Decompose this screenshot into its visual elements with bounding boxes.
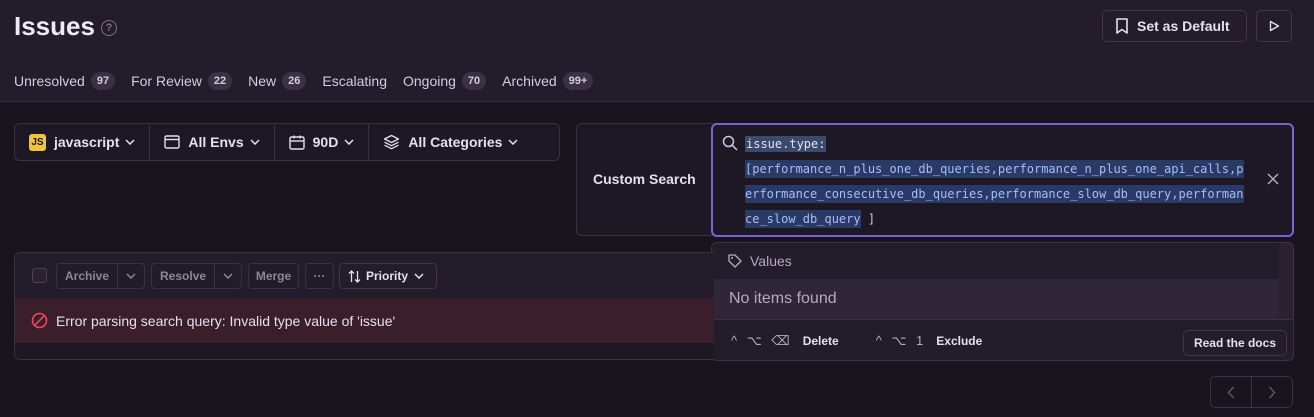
tab-count: 22 (207, 72, 233, 90)
environment-label: All Envs (188, 134, 244, 150)
merge-button[interactable]: Merge (248, 263, 299, 289)
chevron-down-icon (344, 139, 354, 145)
search-query[interactable]: issue.type: [performance_n_plus_one_db_q… (745, 132, 1255, 228)
set-as-default-button[interactable]: Set as Default (1102, 10, 1247, 42)
archive-button[interactable]: Archive (57, 264, 119, 288)
dropdown-scrollbar[interactable] (1279, 243, 1293, 319)
tab-label: New (248, 73, 277, 89)
chevron-down-icon (126, 273, 136, 279)
window-icon (164, 135, 181, 149)
bulk-actions-toolbar: Archive Resolve Merge ··· Priority (15, 253, 714, 298)
chevron-right-icon (1268, 385, 1276, 399)
page-header: Issues ? Set as Default Unresolved 97 Fo… (0, 0, 1314, 102)
calendar-icon (288, 135, 305, 150)
chevron-down-icon (508, 139, 518, 145)
next-page-button[interactable] (1252, 377, 1293, 407)
tab-for-review[interactable]: For Review 22 (131, 72, 233, 90)
javascript-logo-icon: JS (29, 133, 46, 151)
custom-search-label: Custom Search (593, 171, 696, 187)
sort-label: Priority (366, 269, 409, 283)
tab-ongoing[interactable]: Ongoing 70 (402, 72, 487, 90)
delete-hint-label: Delete (802, 334, 839, 348)
tab-label: Unresolved (14, 73, 85, 89)
tab-label: For Review (131, 73, 202, 89)
values-section-header: Values (712, 243, 1279, 279)
tab-count: 26 (282, 72, 307, 90)
layers-icon (384, 134, 400, 150)
project-filter[interactable]: JS javascript (15, 124, 151, 160)
tab-count: 97 (90, 72, 116, 90)
set-as-default-label: Set as Default (1137, 18, 1230, 34)
project-label: javascript (54, 134, 120, 150)
chevron-down-icon (223, 273, 233, 279)
chevron-left-icon (1227, 385, 1234, 399)
categories-label: All Categories (408, 134, 503, 150)
previous-page-button[interactable] (1211, 377, 1252, 407)
tab-label: Ongoing (402, 73, 456, 89)
select-all-checkbox[interactable] (32, 268, 47, 283)
sort-icon (348, 269, 361, 283)
issues-list-panel: Archive Resolve Merge ··· Priority Error… (14, 252, 714, 360)
resolve-options-button[interactable] (215, 264, 241, 288)
search-value-selected: [performance_n_plus_one_db_queries,perfo… (745, 160, 1244, 228)
tab-label: Archived (502, 73, 557, 89)
search-value-tail: ] (860, 212, 876, 226)
play-icon (1269, 20, 1280, 32)
tag-icon (728, 254, 742, 268)
error-alert: Error parsing search query: Invalid type… (15, 298, 714, 343)
search-token-value[interactable]: [performance_n_plus_one_db_queries,perfo… (745, 157, 1250, 232)
tab-count: 99+ (562, 72, 594, 90)
bookmark-icon (1116, 18, 1128, 34)
values-section-label: Values (750, 253, 792, 269)
dropdown-footer: ^ ⌥ ⌫ Delete ^ ⌥ 1 Exclude Read the docs (712, 319, 1293, 360)
search-suggestions-dropdown: Values No items found ^ ⌥ ⌫ Delete ^ ⌥ 1… (711, 242, 1294, 361)
delete-shortcut: ^ ⌥ ⌫ (731, 333, 793, 348)
tab-unresolved[interactable]: Unresolved 97 (14, 72, 116, 90)
environment-filter[interactable]: All Envs (150, 124, 275, 160)
delete-hint: ^ ⌥ ⌫ Delete (731, 333, 839, 349)
close-icon[interactable] (1267, 173, 1279, 185)
chevron-down-icon (250, 139, 260, 145)
search-token-key[interactable]: issue.type: (745, 136, 827, 152)
resolve-button-group[interactable]: Resolve (151, 263, 243, 289)
categories-filter[interactable]: All Categories (369, 124, 532, 160)
date-range-label: 90D (312, 134, 339, 150)
more-actions-button[interactable]: ··· (305, 263, 334, 289)
chevron-down-icon (414, 273, 424, 279)
tab-archived[interactable]: Archived 99+ (502, 72, 594, 90)
date-range-filter[interactable]: 90D (275, 124, 370, 160)
exclude-shortcut: ^ ⌥ 1 (875, 333, 927, 348)
tab-escalating[interactable]: Escalating (322, 73, 387, 89)
filter-bar: JS javascript All Envs 90D All Categorie… (14, 123, 560, 161)
resolve-button[interactable]: Resolve (152, 264, 216, 288)
issue-tabs: Unresolved 97 For Review 22 New 26 Escal… (14, 70, 609, 92)
archive-button-group[interactable]: Archive (56, 263, 146, 289)
sort-priority-button[interactable]: Priority (339, 263, 437, 289)
archive-options-button[interactable] (118, 264, 144, 288)
error-message: Error parsing search query: Invalid type… (56, 312, 396, 329)
tab-new[interactable]: New 26 (248, 72, 307, 90)
tab-label: Escalating (322, 73, 387, 89)
chevron-down-icon (125, 139, 135, 145)
empty-state: No items found (712, 279, 1279, 319)
prohibited-icon (31, 312, 48, 329)
search-icon (722, 135, 738, 151)
exclude-hint: ^ ⌥ 1 Exclude (876, 333, 983, 349)
play-button[interactable] (1256, 10, 1292, 42)
pagination (1210, 376, 1293, 408)
exclude-hint-label: Exclude (936, 334, 983, 348)
help-icon[interactable]: ? (101, 20, 117, 36)
read-the-docs-button[interactable]: Read the docs (1182, 330, 1287, 356)
page-title: Issues (14, 11, 95, 41)
search-input[interactable]: issue.type: [performance_n_plus_one_db_q… (711, 123, 1294, 237)
tab-count: 70 (461, 72, 487, 90)
